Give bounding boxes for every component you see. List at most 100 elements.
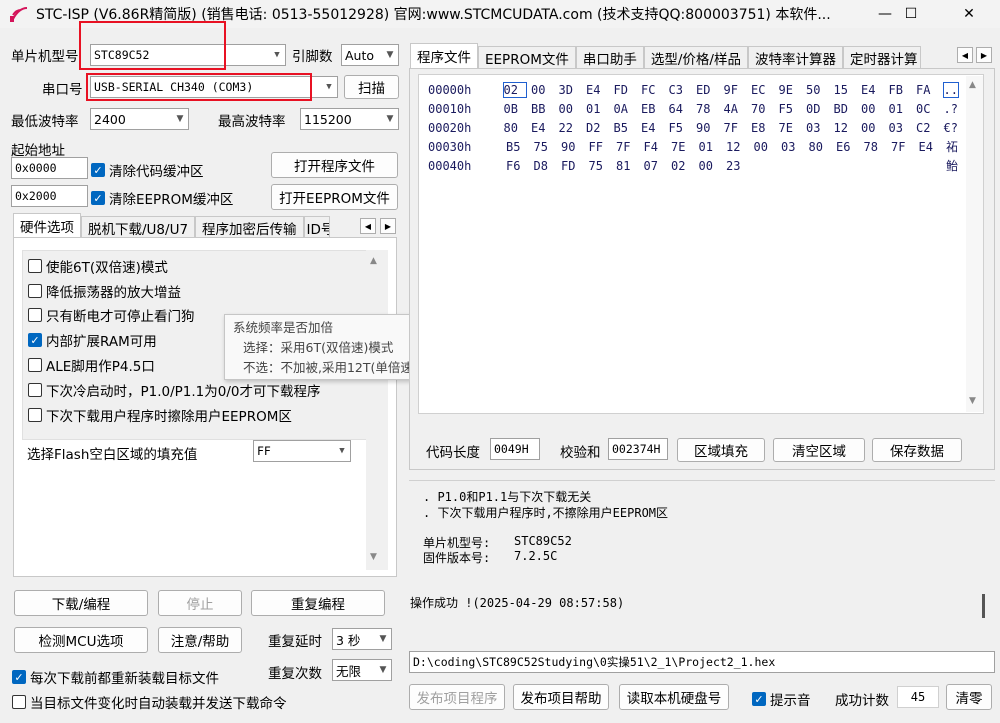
maximize-button[interactable]: ☐	[888, 0, 934, 28]
hex-byte[interactable]: 70	[751, 102, 779, 116]
scroll-down-icon[interactable]: ▼	[969, 396, 976, 406]
area-fill-button[interactable]: 区域填充	[677, 438, 765, 462]
tab-id-number[interactable]: ID号	[303, 216, 330, 238]
hex-byte[interactable]: 00	[531, 83, 559, 97]
scroll-up-icon[interactable]: ▲	[370, 256, 377, 266]
hex-byte[interactable]: 3D	[559, 83, 587, 97]
tab-scroll-left-icon[interactable]: ◀	[360, 218, 376, 234]
hex-byte[interactable]: 12	[834, 121, 862, 135]
hex-byte[interactable]: EC	[751, 83, 779, 97]
repeat-program-button[interactable]: 重复编程	[251, 590, 385, 616]
hex-byte[interactable]: 81	[616, 159, 644, 173]
tab-scroll-left-icon[interactable]: ◀	[957, 47, 973, 63]
hex-byte[interactable]: 00	[699, 159, 727, 173]
download-program-button[interactable]: 下载/编程	[14, 590, 148, 616]
hex-byte[interactable]: 0A	[614, 102, 642, 116]
hex-byte[interactable]: 80	[808, 140, 836, 154]
open-program-file-button[interactable]: 打开程序文件	[271, 152, 398, 178]
hex-byte[interactable]: 9E	[779, 83, 807, 97]
hex-byte[interactable]: 7F	[616, 140, 644, 154]
hex-scrollbar[interactable]	[966, 76, 983, 412]
hex-byte[interactable]: 90	[696, 121, 724, 135]
clear-eeprom-buffer-checkbox[interactable]: ✓ 清除EEPROM缓冲区	[91, 188, 233, 208]
option-erase-eeprom[interactable]: 下次下载用户程序时擦除用户EEPROM区	[28, 405, 292, 425]
options-scrollbar[interactable]	[366, 250, 388, 570]
hex-byte[interactable]: 00	[861, 121, 889, 135]
max-baud-select[interactable]: 115200 ▼	[300, 108, 399, 130]
hex-byte[interactable]: 03	[781, 140, 809, 154]
hex-byte[interactable]: F5	[779, 102, 807, 116]
repeat-delay-select[interactable]: 3 秒 ▼	[332, 628, 392, 650]
hex-byte[interactable]: 07	[644, 159, 672, 173]
tab-eeprom-file[interactable]: EEPROM文件	[478, 46, 576, 68]
tab-timer-calculator[interactable]: 定时器计算	[842, 46, 921, 68]
hex-byte[interactable]: 50	[806, 83, 834, 97]
reload-before-download-checkbox[interactable]: ✓ 每次下载前都重新装载目标文件	[12, 667, 219, 687]
hex-byte[interactable]: 7E	[671, 140, 699, 154]
hex-byte[interactable]: 02	[502, 81, 527, 98]
tab-offline-download[interactable]: 脱机下载/U8/U7	[81, 216, 196, 238]
hex-byte[interactable]: 78	[696, 102, 724, 116]
hex-byte[interactable]: 03	[806, 121, 834, 135]
hex-byte[interactable]: E6	[836, 140, 864, 154]
option-cold-start[interactable]: 下次冷启动时，P1.0/P1.1为0/0才可下载程序	[28, 380, 321, 400]
hex-byte[interactable]: 02	[671, 159, 699, 173]
hex-byte[interactable]: E4	[861, 83, 889, 97]
tab-baud-calculator[interactable]: 波特率计算器	[747, 46, 843, 68]
hex-byte[interactable]: B5	[506, 140, 534, 154]
hex-byte[interactable]: FF	[588, 140, 616, 154]
help-button[interactable]: 注意/帮助	[158, 627, 242, 653]
clear-code-buffer-checkbox[interactable]: ✓ 清除代码缓冲区	[91, 160, 204, 180]
hex-byte[interactable]: 7F	[724, 121, 752, 135]
hex-byte[interactable]: 4A	[724, 102, 752, 116]
tab-serial-assistant[interactable]: 串口助手	[575, 46, 644, 68]
detect-mcu-options-button[interactable]: 检测MCU选项	[14, 627, 148, 653]
option-internal-ram[interactable]: ✓ 内部扩展RAM可用	[28, 330, 157, 350]
hex-byte[interactable]: 22	[559, 121, 587, 135]
hex-byte[interactable]: 64	[669, 102, 697, 116]
hex-byte[interactable]: 03	[889, 121, 917, 135]
hex-byte[interactable]: 0B	[504, 102, 532, 116]
hex-byte[interactable]: E4	[586, 83, 614, 97]
hex-byte[interactable]: 01	[586, 102, 614, 116]
hex-byte[interactable]: F4	[643, 140, 671, 154]
code-start-address-input[interactable]: 0x0000	[11, 157, 88, 179]
publish-help-button[interactable]: 发布项目帮助	[513, 684, 609, 710]
hex-byte[interactable]: 00	[559, 102, 587, 116]
hex-byte[interactable]: 15	[834, 83, 862, 97]
min-baud-select[interactable]: 2400 ▼	[90, 108, 189, 130]
clear-count-button[interactable]: 清零	[946, 684, 992, 710]
hex-byte[interactable]: 23	[726, 159, 754, 173]
tab-scroll-right-icon[interactable]: ▶	[380, 218, 396, 234]
hex-byte[interactable]: FC	[641, 83, 669, 97]
hex-byte[interactable]: FD	[561, 159, 589, 173]
open-eeprom-file-button[interactable]: 打开EEPROM文件	[271, 184, 398, 210]
tab-program-file[interactable]: 程序文件	[410, 43, 478, 68]
clear-area-button[interactable]: 清空区域	[773, 438, 865, 462]
hex-byte[interactable]: 75	[533, 140, 561, 154]
option-reduce-gain[interactable]: 降低振荡器的放大增益	[28, 281, 181, 301]
hex-byte[interactable]: FA	[916, 83, 944, 97]
publish-project-button[interactable]: 发布项目程序	[409, 684, 505, 710]
hex-byte[interactable]: E4	[531, 121, 559, 135]
hex-byte[interactable]: 9F	[724, 83, 752, 97]
option-ale-pin[interactable]: ALE脚用作P4.5口	[28, 355, 155, 375]
hex-byte[interactable]: D2	[586, 121, 614, 135]
hex-byte[interactable]: 12	[726, 140, 754, 154]
hex-byte[interactable]: FB	[889, 83, 917, 97]
pin-count-select[interactable]: Auto ▼	[341, 44, 399, 66]
hex-byte[interactable]: 00	[861, 102, 889, 116]
fill-value-select[interactable]: FF ▼	[253, 440, 351, 462]
hex-byte[interactable]: 01	[889, 102, 917, 116]
save-data-button[interactable]: 保存数据	[872, 438, 962, 462]
hex-byte[interactable]: F6	[506, 159, 534, 173]
hex-byte[interactable]: E4	[918, 140, 946, 154]
close-button[interactable]: ✕	[946, 0, 992, 28]
hex-byte[interactable]: EB	[641, 102, 669, 116]
hex-byte[interactable]: C2	[916, 121, 944, 135]
option-watchdog[interactable]: 只有断电才可停止看门狗	[28, 305, 195, 325]
hex-byte[interactable]: 7F	[891, 140, 919, 154]
eeprom-start-address-input[interactable]: 0x2000	[11, 185, 88, 207]
hex-byte[interactable]: 80	[504, 121, 532, 135]
hex-byte[interactable]: BD	[834, 102, 862, 116]
